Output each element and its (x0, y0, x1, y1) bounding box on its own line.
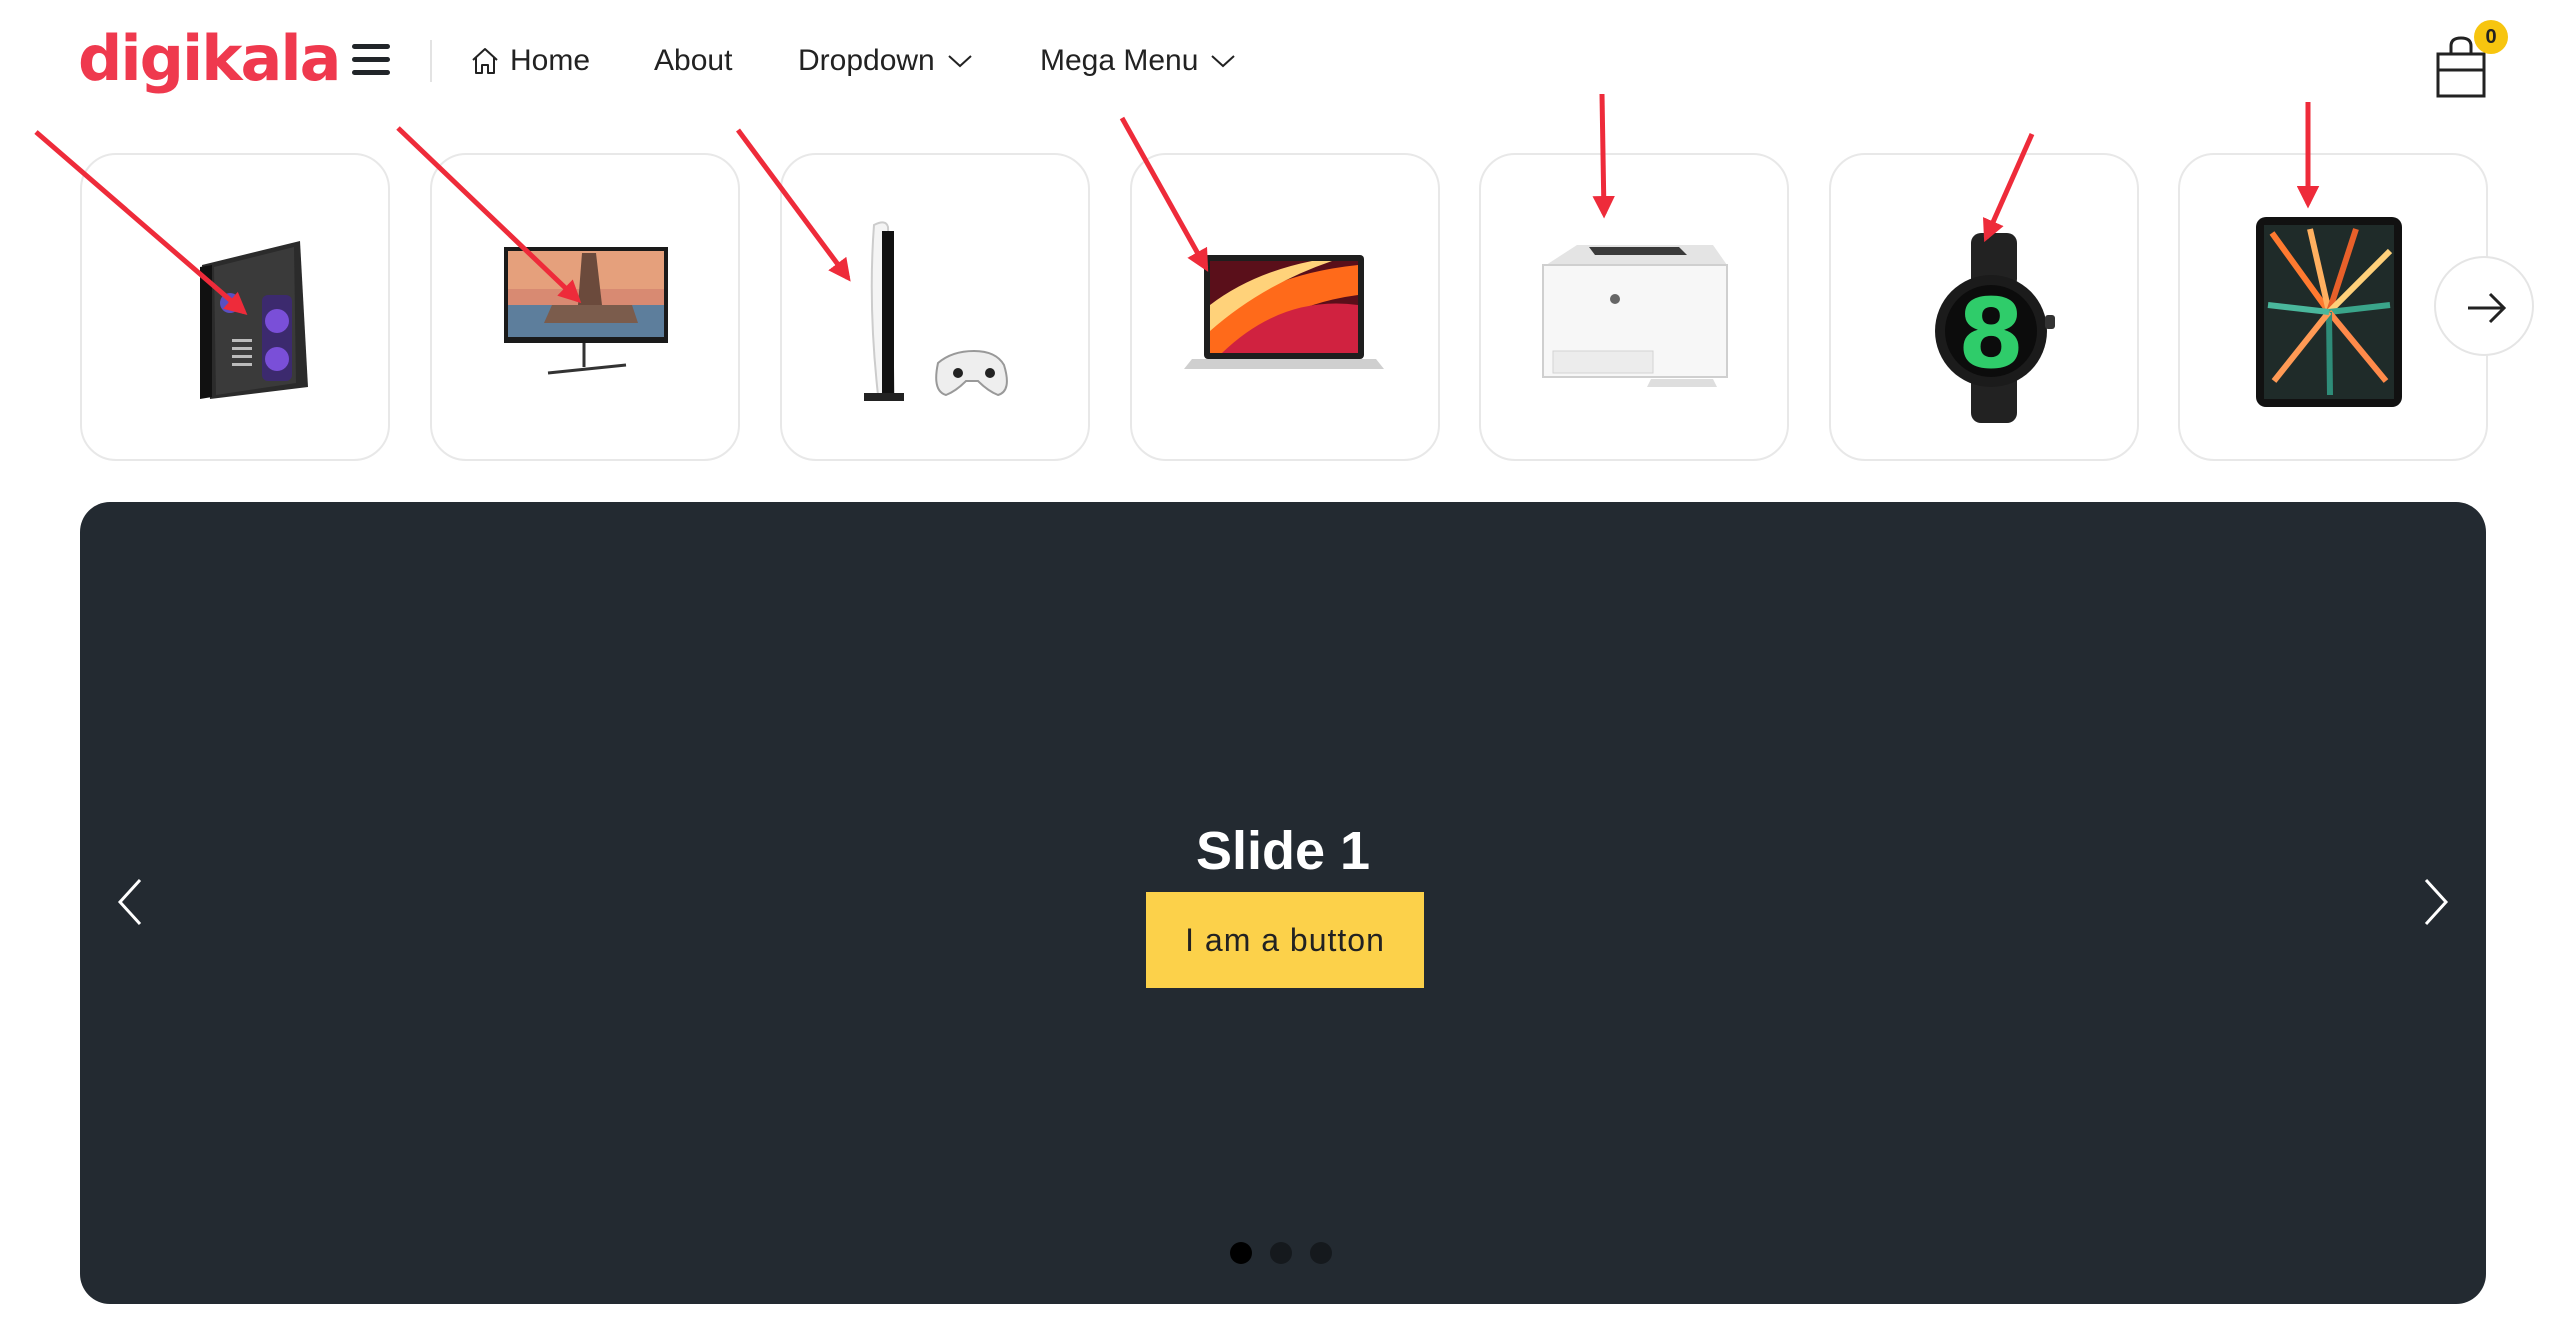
watch-icon: 8 (1935, 233, 2055, 423)
category-card-printer[interactable] (1479, 153, 1789, 461)
nav-home-label: Home (510, 44, 591, 77)
nav-about-label: About (654, 44, 733, 77)
cart-button[interactable]: 0 (2434, 20, 2508, 100)
chevron-left-icon (117, 878, 142, 926)
slider-prev-button[interactable] (110, 872, 150, 932)
site-header: digikala Home About Dropdown Mega Menu 0 (0, 0, 2554, 130)
chevron-down-icon (1211, 55, 1236, 68)
hamburger-icon[interactable] (352, 44, 390, 76)
svg-text:8: 8 (1958, 278, 2025, 390)
chevron-right-icon (2424, 878, 2449, 926)
digikala-logo[interactable]: digikala (78, 22, 341, 95)
cart-count-badge: 0 (2474, 20, 2508, 54)
home-icon (472, 48, 498, 74)
slider-dot-3[interactable] (1310, 1242, 1332, 1264)
category-card-laptop[interactable] (1130, 153, 1440, 461)
nav-dropdown-label: Dropdown (798, 44, 935, 77)
slider-next-button[interactable] (2416, 872, 2456, 932)
category-card-smartwatch[interactable]: 8 (1829, 153, 2139, 461)
hero-slider: Slide 1 I am a button (80, 502, 2486, 1304)
nav-mega-menu-label: Mega Menu (1040, 44, 1199, 77)
laptop-icon (1184, 255, 1384, 369)
slider-dot-2[interactable] (1270, 1242, 1292, 1264)
category-card-game-console[interactable] (780, 153, 1090, 461)
nav-home-link[interactable]: Home (470, 38, 590, 84)
console-icon (864, 221, 1008, 401)
pc-case-icon (200, 241, 308, 399)
nav-dropdown-toggle[interactable]: Dropdown (798, 38, 973, 84)
slider-pagination (1230, 1242, 1336, 1266)
monitor-icon (504, 247, 668, 375)
chevron-down-icon (948, 55, 972, 68)
category-card-monitor[interactable] (430, 153, 740, 461)
arrow-right-icon (2468, 292, 2507, 324)
category-strip-next-button[interactable] (2434, 256, 2534, 356)
slide-cta-button[interactable]: I am a button (1146, 892, 1424, 988)
nav-mega-menu-toggle[interactable]: Mega Menu (1040, 38, 1236, 84)
nav-divider (430, 40, 432, 82)
printer-icon (1542, 245, 1728, 387)
slider-dot-1[interactable] (1230, 1242, 1252, 1264)
nav-about-link[interactable]: About (654, 38, 732, 84)
slide-title: Slide 1 (1195, 821, 1371, 881)
category-card-desktop-pc[interactable] (80, 153, 390, 461)
